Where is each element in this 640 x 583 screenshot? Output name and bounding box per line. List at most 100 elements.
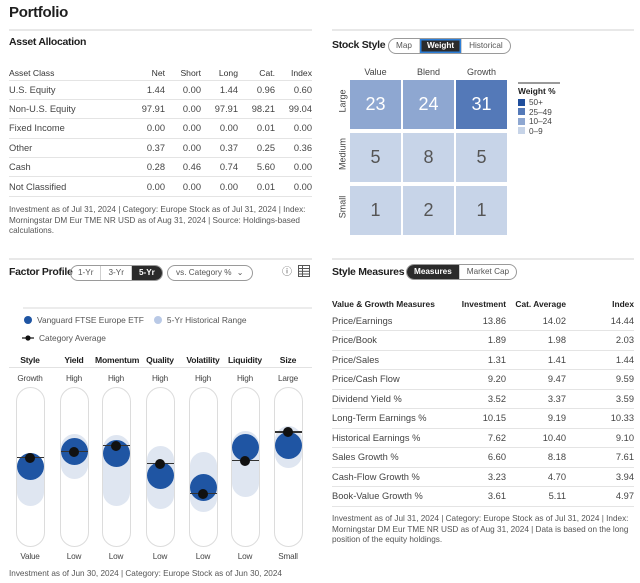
legend-swatch [518,127,525,134]
value-cell: 9.47 [506,369,566,390]
legend-label: 50+ [529,98,543,107]
column-header: Cat. [259,67,275,78]
value-cell: 0.00 [117,176,165,197]
value-cell: 3.94 [566,467,634,487]
value-cell: 0.00 [165,137,201,158]
column-header: Short [180,67,201,78]
weight-legend-item: 10–24 [518,117,556,127]
weight-legend-item: 25–49 [518,108,556,118]
value-cell: 8.18 [506,447,566,468]
tab-measures[interactable]: Measures [407,265,460,279]
factor-low-label: Low [237,552,253,561]
tab-weight[interactable]: Weight [419,39,463,53]
value-cell: 0.00 [275,176,312,197]
value-cell: 3.61 [444,486,506,507]
value-cell: 3.59 [566,389,634,409]
value-cell: 0.00 [117,118,165,139]
value-cell: 0.25 [238,137,275,158]
category-average-marker [111,440,121,451]
factor-high-label: Large [278,374,298,383]
comparison-select-label: vs. Category % [176,268,232,277]
style-measures-table: Value & Growth Measures Investment Cat. … [332,297,634,507]
factor-header-divider [9,367,312,368]
table-row: Not Classified 0.00 0.00 0.00 0.01 0.00 [9,176,312,197]
value-cell: 7.61 [566,447,634,468]
asset-class-cell: U.S. Equity [9,79,117,100]
column-header: Cat. Average [515,299,566,309]
column-header: Net [151,67,165,78]
value-cell: 1.44 [201,79,238,100]
style-row-label: Large [337,89,348,113]
value-cell: 0.37 [201,137,238,158]
value-cell: 97.91 [117,98,165,119]
section-divider [332,29,634,31]
factor-name: Momentum [95,355,140,365]
tab-map[interactable]: Map [389,39,420,53]
tab-3-yr[interactable]: 3-Yr [101,266,132,280]
table-row: Historical Earnings % 7.62 10.40 9.10 [332,428,634,448]
value-cell: 0.00 [275,157,312,177]
value-cell: 3.52 [444,389,506,409]
value-cell: 3.37 [506,389,566,409]
factor-track [101,387,131,547]
legend-swatch [518,98,525,106]
factor-legend: Vanguard FTSE Europe ETF 5-Yr Historical… [24,315,247,325]
style-measures-title: Style Measures [332,266,405,278]
value-cell: 5.11 [506,486,566,507]
tab-5-yr[interactable]: 5-Yr [131,266,162,280]
value-cell: 0.00 [165,118,201,139]
asset-class-cell: Other [9,137,117,158]
tab-historical[interactable]: Historical [462,39,510,53]
stock-style-title: Stock Style [332,39,386,51]
value-cell: 4.97 [566,486,634,507]
value-cell: 0.96 [238,79,275,100]
factor-track [230,387,260,547]
factor-profile-title: Factor Profile [9,266,73,278]
value-cell: 0.00 [201,118,238,139]
column-header: Long [218,67,238,78]
value-cell: 7.62 [444,428,506,448]
section-divider [23,307,312,309]
table-row: Cash-Flow Growth % 3.23 4.70 3.94 [332,467,634,487]
factor-track [145,387,175,547]
measure-name-cell: Price/Sales [332,350,444,370]
category-legend: Category Average [22,333,106,343]
value-cell: 14.44 [566,311,634,331]
factor-low-label: Low [108,552,124,561]
comparison-select[interactable]: vs. Category % ⌄ [167,265,253,281]
value-cell: 9.59 [566,369,634,390]
factor-high-label: High [151,374,169,383]
value-cell: 9.19 [506,408,566,429]
factor-name: Volatility [186,355,220,365]
asset-class-cell: Fixed Income [9,118,117,139]
value-cell: 2.03 [566,330,634,351]
info-icon[interactable]: ⓘ [282,263,292,278]
factor-profile-footnote: Investment as of Jun 30, 2024 | Category… [9,569,282,578]
value-cell: 13.86 [444,311,506,331]
legend-rule [518,82,560,84]
legend-label: 0–9 [529,126,543,136]
comparison-select-value: vs. Category % ⌄ [168,266,252,280]
table-view-icon[interactable] [298,265,310,277]
value-cell: 1.44 [566,350,634,370]
factor-low-label: Low [66,552,82,561]
tab-market-cap[interactable]: Market Cap [460,265,516,279]
factor-track [59,387,89,547]
style-box-cell: 24 [403,80,454,129]
column-header: Investment [461,299,506,309]
tab-1-yr[interactable]: 1-Yr [71,266,102,280]
value-cell: 0.00 [201,176,238,197]
style-box-cell: 5 [350,133,401,182]
table-header-row: Asset Class Net Short Long Cat. Index [9,66,312,80]
table-row: Non-U.S. Equity 97.91 0.00 97.91 98.21 99.04 [9,98,312,119]
value-cell: 14.02 [506,311,566,331]
column-header: Asset Class [9,67,55,78]
style-col-label: Value [364,67,387,77]
factor-track [15,387,45,547]
factor-name: Style [20,355,40,365]
measure-name-cell: Price/Earnings [332,311,444,331]
style-measures-footnote: Investment as of Jul 31, 2024 | Category… [332,514,629,544]
style-box-cell: 23 [350,80,401,129]
category-average-marker [198,488,208,499]
asset-allocation-footnote: Investment as of Jul 31, 2024 | Category… [9,205,306,235]
